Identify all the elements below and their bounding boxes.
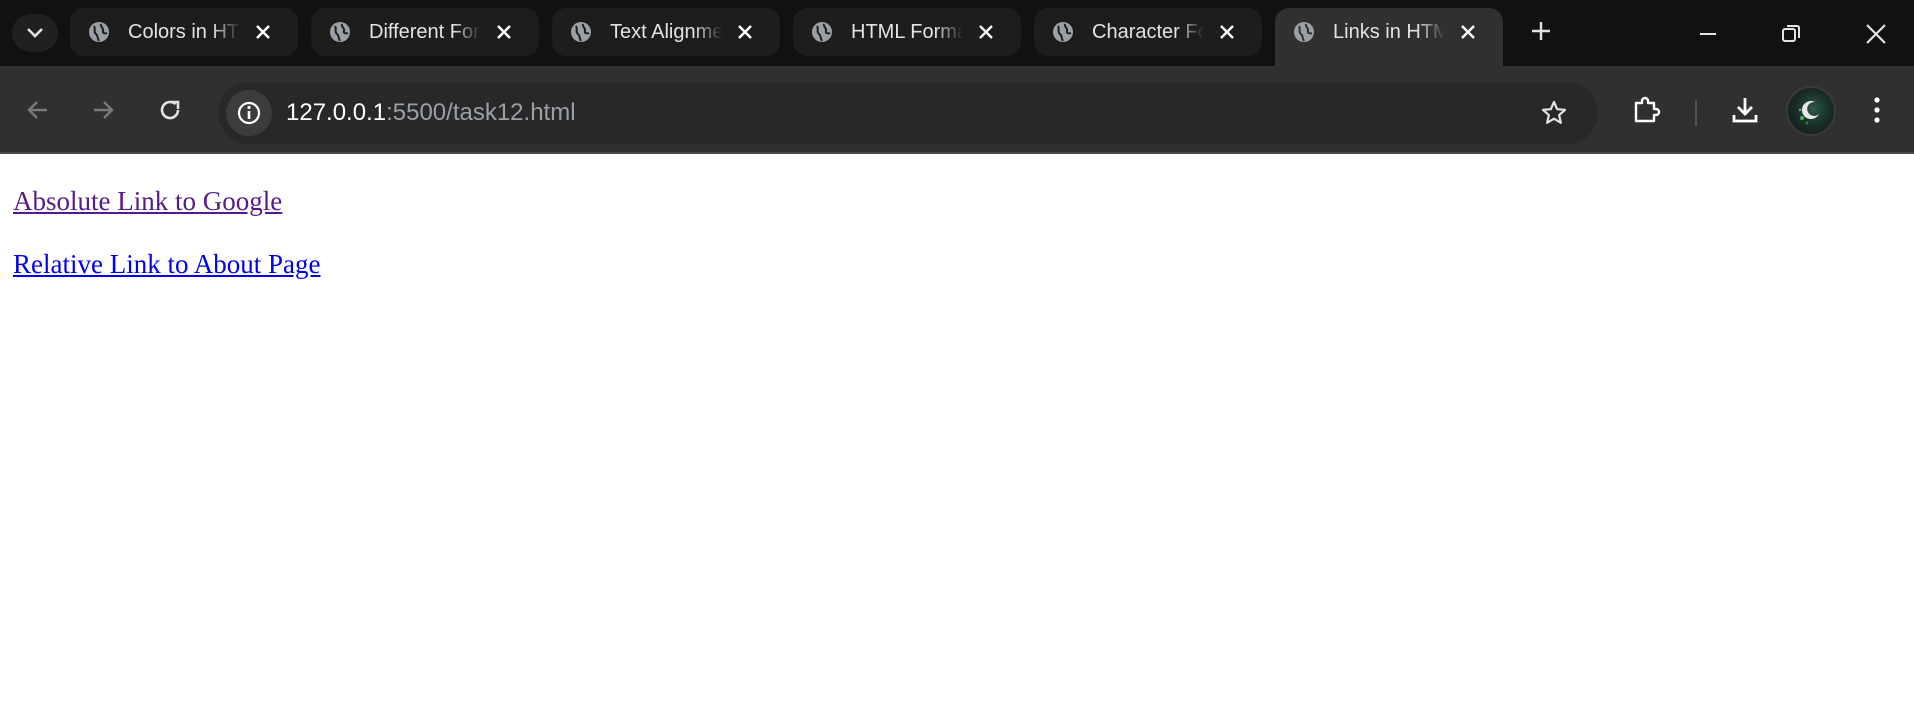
relative-link-about[interactable]: Relative Link to About Page bbox=[13, 248, 320, 280]
close-icon[interactable] bbox=[493, 21, 515, 43]
globe-icon bbox=[571, 22, 591, 42]
page-content: Absolute Link to Google Relative Link to… bbox=[0, 156, 1914, 706]
site-info-button[interactable] bbox=[226, 90, 272, 136]
tab-character-formatting[interactable]: Character Fo bbox=[1034, 8, 1262, 56]
url-path: :5500/task12.html bbox=[386, 99, 576, 126]
menu-button[interactable] bbox=[1857, 90, 1897, 130]
globe-icon bbox=[89, 22, 109, 42]
close-icon[interactable] bbox=[975, 21, 997, 43]
new-tab-button[interactable] bbox=[1524, 14, 1558, 48]
close-icon[interactable] bbox=[734, 21, 756, 43]
address-bar[interactable]: 127.0.0.1:5500/task12.html bbox=[218, 82, 1598, 144]
chevron-down-icon bbox=[27, 28, 43, 38]
back-button[interactable] bbox=[18, 90, 58, 130]
url-host: 127.0.0.1 bbox=[286, 99, 387, 126]
close-icon[interactable] bbox=[252, 21, 274, 43]
absolute-link-google[interactable]: Absolute Link to Google bbox=[13, 185, 282, 217]
browser-toolbar: 127.0.0.1:5500/task12.html bbox=[0, 66, 1914, 154]
close-icon[interactable] bbox=[1216, 21, 1238, 43]
plus-icon bbox=[1532, 22, 1550, 40]
close-icon[interactable] bbox=[1457, 21, 1479, 43]
reload-icon bbox=[160, 100, 180, 120]
minimize-button[interactable] bbox=[1688, 14, 1728, 54]
downloads-button[interactable] bbox=[1725, 90, 1765, 130]
minimize-icon bbox=[1700, 33, 1716, 35]
profile-avatar[interactable] bbox=[1786, 86, 1836, 136]
tab-links-active[interactable]: Links in HTM bbox=[1275, 8, 1503, 66]
close-window-button[interactable] bbox=[1856, 14, 1896, 54]
restore-button[interactable] bbox=[1771, 14, 1811, 54]
reload-button[interactable] bbox=[150, 90, 190, 130]
tab-html-formatting[interactable]: HTML Forma bbox=[793, 8, 1021, 56]
close-icon bbox=[1866, 24, 1886, 44]
tab-colors[interactable]: Colors in HT bbox=[70, 8, 298, 56]
tab-title: Different For bbox=[369, 21, 480, 43]
url-text[interactable]: 127.0.0.1:5500/task12.html bbox=[286, 99, 576, 127]
arrow-left-icon bbox=[27, 101, 47, 119]
tab-title: Text Alignme bbox=[610, 21, 722, 43]
tab-title: Character Fo bbox=[1092, 21, 1204, 43]
globe-icon bbox=[330, 22, 350, 42]
globe-icon bbox=[812, 22, 832, 42]
tab-strip: Colors in HT Different For Text Alignme … bbox=[0, 0, 1914, 66]
download-icon bbox=[1732, 98, 1758, 123]
tab-search-button[interactable] bbox=[12, 14, 58, 52]
tab-different-fonts[interactable]: Different For bbox=[311, 8, 539, 56]
arrow-right-icon bbox=[94, 101, 114, 119]
forward-button[interactable] bbox=[83, 90, 123, 130]
tab-title: Colors in HT bbox=[128, 21, 240, 43]
extensions-button[interactable] bbox=[1627, 90, 1667, 130]
puzzle-icon bbox=[1634, 96, 1661, 123]
toolbar-divider bbox=[1695, 100, 1697, 126]
tab-title: HTML Forma bbox=[851, 21, 963, 43]
star-icon bbox=[1541, 100, 1567, 124]
bookmark-button[interactable] bbox=[1536, 95, 1572, 131]
tab-text-alignment[interactable]: Text Alignme bbox=[552, 8, 780, 56]
restore-icon bbox=[1782, 25, 1800, 42]
globe-icon bbox=[1294, 22, 1314, 42]
tab-title: Links in HTM bbox=[1333, 21, 1445, 43]
globe-icon bbox=[1053, 22, 1073, 42]
moon-icon bbox=[1798, 101, 1819, 125]
kebab-menu-icon bbox=[1874, 97, 1880, 123]
info-icon bbox=[237, 101, 261, 125]
